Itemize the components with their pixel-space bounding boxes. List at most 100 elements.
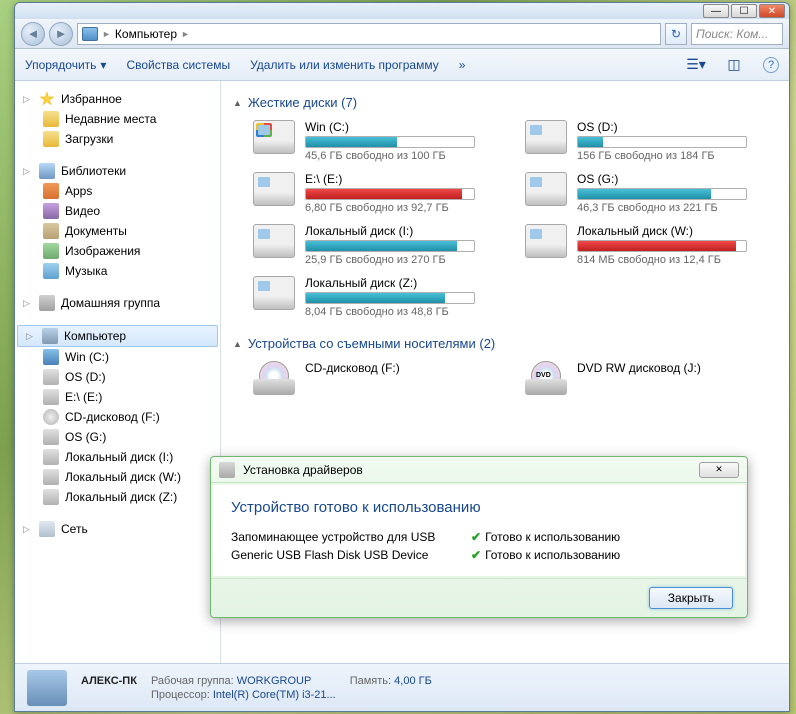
drive-name: E:\ (E:) bbox=[305, 172, 505, 186]
drive-icon bbox=[253, 120, 295, 154]
nav-bar: ◄ ► ► Компьютер ► ↻ Поиск: Ком... bbox=[15, 19, 789, 49]
help-button[interactable]: ? bbox=[763, 57, 779, 73]
section-hard-drives[interactable]: ▲Жесткие диски (7) bbox=[233, 95, 777, 110]
library-icon bbox=[39, 163, 55, 179]
drive-icon bbox=[253, 172, 295, 206]
optical-drive-icon bbox=[525, 361, 567, 395]
device-name: Generic USB Flash Disk USB Device bbox=[231, 548, 471, 562]
video-icon bbox=[43, 203, 59, 219]
drive-icon bbox=[525, 120, 567, 154]
section-removable[interactable]: ▲Устройства со съемными носителями (2) bbox=[233, 336, 777, 351]
homegroup-icon bbox=[39, 295, 55, 311]
sidebar-network[interactable]: ▷Сеть bbox=[15, 519, 220, 539]
status-computer-name: АЛЕКС-ПК bbox=[81, 675, 137, 687]
address-bar[interactable]: ► Компьютер ► bbox=[77, 23, 661, 45]
toolbar-more-button[interactable]: » bbox=[459, 58, 466, 72]
drive-icon bbox=[43, 449, 59, 465]
drive-item[interactable]: Локальный диск (Z:) 8,04 ГБ свободно из … bbox=[253, 276, 505, 318]
minimize-button[interactable]: — bbox=[703, 4, 729, 18]
star-icon bbox=[39, 91, 55, 107]
drive-item[interactable]: E:\ (E:) 6,80 ГБ свободно из 92,7 ГБ bbox=[253, 172, 505, 214]
sidebar-homegroup[interactable]: ▷Домашняя группа bbox=[15, 293, 220, 313]
folder-icon bbox=[43, 111, 59, 127]
refresh-button[interactable]: ↻ bbox=[665, 23, 687, 45]
computer-large-icon bbox=[27, 670, 67, 706]
drive-usage-bar bbox=[305, 188, 475, 200]
apps-icon bbox=[43, 183, 59, 199]
back-button[interactable]: ◄ bbox=[21, 22, 45, 46]
popup-titlebar: Установка драйверов ✕ bbox=[211, 457, 747, 483]
folder-icon bbox=[43, 131, 59, 147]
close-button[interactable]: ✕ bbox=[759, 4, 785, 18]
sidebar-item-apps[interactable]: Apps bbox=[15, 181, 220, 201]
optical-drive-icon bbox=[253, 361, 295, 395]
cd-icon bbox=[43, 409, 59, 425]
drive-name: DVD RW дисковод (J:) bbox=[577, 361, 777, 375]
preview-pane-button[interactable]: ◫ bbox=[725, 56, 743, 74]
drive-item[interactable]: Win (C:) 45,6 ГБ свободно из 100 ГБ bbox=[253, 120, 505, 162]
driver-icon bbox=[219, 462, 235, 478]
chevron-down-icon: ▾ bbox=[100, 58, 106, 72]
breadcrumb-sep-icon: ► bbox=[102, 29, 111, 39]
drive-item[interactable]: Локальный диск (W:) 814 МБ свободно из 1… bbox=[525, 224, 777, 266]
sidebar-item-music[interactable]: Музыка bbox=[15, 261, 220, 281]
sidebar-item-images[interactable]: Изображения bbox=[15, 241, 220, 261]
removable-item[interactable]: CD-дисковод (F:) bbox=[253, 361, 505, 395]
sidebar-item-drive-d[interactable]: OS (D:) bbox=[15, 367, 220, 387]
popup-close-button[interactable]: ✕ bbox=[699, 462, 739, 478]
popup-device-row: Запоминающее устройство для USB ✔Готово … bbox=[231, 530, 727, 544]
computer-icon bbox=[42, 328, 58, 344]
drive-item[interactable]: OS (G:) 46,3 ГБ свободно из 221 ГБ bbox=[525, 172, 777, 214]
drive-item[interactable]: Локальный диск (I:) 25,9 ГБ свободно из … bbox=[253, 224, 505, 266]
drive-free-text: 45,6 ГБ свободно из 100 ГБ bbox=[305, 150, 505, 162]
popup-header: Устройство готово к использованию bbox=[231, 499, 727, 516]
drive-usage-bar bbox=[305, 136, 475, 148]
view-mode-button[interactable]: ☰ ▾ bbox=[687, 56, 705, 74]
drive-name: OS (D:) bbox=[577, 120, 777, 134]
drive-icon bbox=[525, 224, 567, 258]
sidebar-item-downloads[interactable]: Загрузки bbox=[15, 129, 220, 149]
drive-item[interactable]: OS (D:) 156 ГБ свободно из 184 ГБ bbox=[525, 120, 777, 162]
drive-usage-bar bbox=[577, 240, 747, 252]
breadcrumb-sep-icon: ► bbox=[181, 29, 190, 39]
drive-name: OS (G:) bbox=[577, 172, 777, 186]
device-name: Запоминающее устройство для USB bbox=[231, 530, 471, 544]
sidebar-libraries[interactable]: ▷Библиотеки bbox=[15, 161, 220, 181]
drive-icon bbox=[43, 489, 59, 505]
maximize-button[interactable]: ☐ bbox=[731, 4, 757, 18]
sidebar-item-drive-i[interactable]: Локальный диск (I:) bbox=[15, 447, 220, 467]
sidebar-item-drive-g[interactable]: OS (G:) bbox=[15, 427, 220, 447]
drive-free-text: 814 МБ свободно из 12,4 ГБ bbox=[577, 254, 777, 266]
sidebar-item-drive-w[interactable]: Локальный диск (W:) bbox=[15, 467, 220, 487]
sidebar-favorites[interactable]: ▷Избранное bbox=[15, 89, 220, 109]
drive-name: Локальный диск (W:) bbox=[577, 224, 777, 238]
toolbar: Упорядочить▾ Свойства системы Удалить ил… bbox=[15, 49, 789, 81]
popup-close-action-button[interactable]: Закрыть bbox=[649, 587, 733, 609]
uninstall-program-button[interactable]: Удалить или изменить программу bbox=[250, 58, 439, 72]
sidebar-item-drive-e[interactable]: E:\ (E:) bbox=[15, 387, 220, 407]
drive-name: Win (C:) bbox=[305, 120, 505, 134]
removable-item[interactable]: DVD RW дисковод (J:) bbox=[525, 361, 777, 395]
sidebar-computer[interactable]: ▷Компьютер bbox=[17, 325, 218, 347]
sidebar: ▷Избранное Недавние места Загрузки ▷Библ… bbox=[15, 81, 221, 663]
sidebar-item-drive-z[interactable]: Локальный диск (Z:) bbox=[15, 487, 220, 507]
breadcrumb-item[interactable]: Компьютер bbox=[115, 27, 177, 41]
music-icon bbox=[43, 263, 59, 279]
drive-free-text: 8,04 ГБ свободно из 48,8 ГБ bbox=[305, 306, 505, 318]
drive-icon bbox=[253, 224, 295, 258]
computer-icon bbox=[82, 27, 98, 41]
forward-button[interactable]: ► bbox=[49, 22, 73, 46]
sidebar-item-documents[interactable]: Документы bbox=[15, 221, 220, 241]
check-icon: ✔ bbox=[471, 530, 481, 544]
sidebar-item-drive-c[interactable]: Win (C:) bbox=[15, 347, 220, 367]
drive-free-text: 6,80 ГБ свободно из 92,7 ГБ bbox=[305, 202, 505, 214]
driver-install-popup: Установка драйверов ✕ Устройство готово … bbox=[210, 456, 748, 618]
sidebar-item-recent[interactable]: Недавние места bbox=[15, 109, 220, 129]
organize-menu[interactable]: Упорядочить▾ bbox=[25, 58, 106, 72]
system-properties-button[interactable]: Свойства системы bbox=[126, 58, 230, 72]
sidebar-item-drive-f[interactable]: CD-дисковод (F:) bbox=[15, 407, 220, 427]
check-icon: ✔ bbox=[471, 548, 481, 562]
drive-usage-bar bbox=[305, 292, 475, 304]
sidebar-item-video[interactable]: Видео bbox=[15, 201, 220, 221]
search-input[interactable]: Поиск: Ком... bbox=[691, 23, 783, 45]
